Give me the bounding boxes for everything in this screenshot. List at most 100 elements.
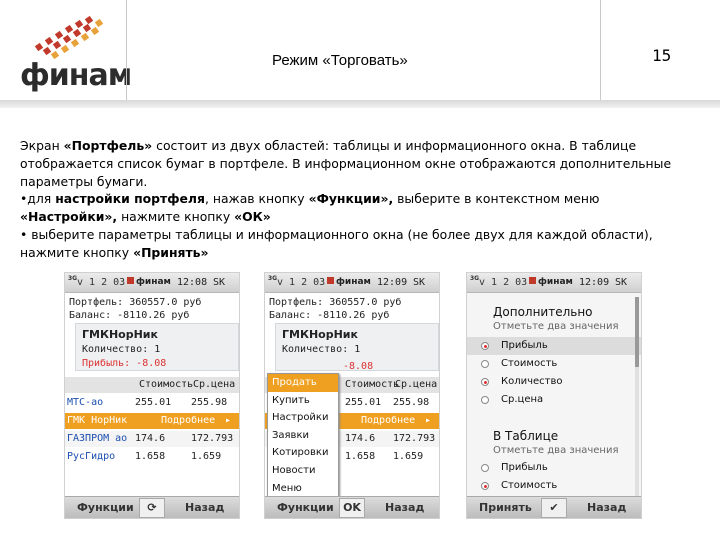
- version-label: v 1 2 03: [277, 277, 326, 288]
- refresh-icon[interactable]: ⟳: [139, 498, 165, 518]
- info-window: ГМКНорНик Количество: 1 Прибыль: -8.08: [75, 323, 239, 371]
- text-run: нажмите кнопку: [117, 209, 235, 225]
- option-profit[interactable]: Прибыль: [467, 459, 641, 477]
- portfolio-value: Портфель: 360557.0 руб: [269, 297, 402, 308]
- softkey-bar: Функции ⟳ Назад: [65, 496, 239, 518]
- chevron-right-icon: ▸: [225, 415, 232, 426]
- option-label: Прибыль: [501, 340, 548, 351]
- menu-item-news[interactable]: Новости: [268, 462, 338, 480]
- row-value: 174.6: [345, 433, 376, 444]
- page-title: Режим «Торговать»: [272, 52, 408, 69]
- logo-text: финам: [20, 58, 132, 93]
- radio-unchecked-icon: [481, 396, 489, 404]
- back-softkey[interactable]: Назад: [385, 501, 424, 514]
- brand-text: финам: [538, 277, 573, 287]
- scrollbar[interactable]: [635, 297, 639, 497]
- phone-screen-menu: 3G v 1 2 03 финам 12:09 SK Портфель: 360…: [264, 272, 440, 519]
- text-run: Экран: [20, 138, 64, 153]
- network-indicator: 3G: [470, 275, 480, 282]
- chevron-right-icon: ▸: [425, 415, 432, 426]
- option-cost[interactable]: Стоимость: [467, 355, 641, 373]
- row-value: 174.6: [135, 433, 166, 444]
- quantity-value: Количество: 1: [282, 344, 361, 355]
- balance-value: Баланс: -8110.26 руб: [69, 310, 190, 321]
- menu-item-sell[interactable]: Продать: [268, 374, 338, 392]
- menu-item-buy[interactable]: Купить: [268, 392, 338, 410]
- column-header: Ср.цена: [193, 379, 236, 390]
- text-run: «ОК»: [234, 209, 271, 225]
- softkey-bar: Принять ✔ Назад: [467, 496, 641, 518]
- row-name: ГМК НорНик: [67, 415, 128, 426]
- page-number: 15: [652, 46, 672, 65]
- bullet-settings: •для настройки портфеля, нажав кнопку «Ф…: [20, 190, 700, 226]
- paragraph-intro: Экран «Портфель» состоит из двух областе…: [20, 137, 700, 190]
- brand-label: финам: [529, 277, 573, 287]
- sk-label: SK: [213, 277, 226, 288]
- text-run: настройки портфеля: [55, 191, 205, 207]
- context-menu: Продать Купить Настройки Заявки Котировк…: [267, 373, 339, 497]
- functions-softkey[interactable]: Функции: [277, 501, 334, 514]
- ok-softkey[interactable]: OK: [339, 498, 365, 518]
- radio-checked-icon: [481, 482, 489, 490]
- status-bar: 3G v 1 2 03 финам 12:09 SK: [467, 273, 641, 293]
- row-value: 1.658: [345, 451, 376, 462]
- accept-softkey[interactable]: Принять: [479, 501, 532, 514]
- finam-logo-mark-icon: [34, 15, 104, 60]
- row-value: Подробнее: [361, 415, 416, 426]
- row-value: 1.659: [393, 451, 424, 462]
- text-run: «Портфель»: [63, 138, 153, 153]
- row-value: 255.01: [135, 397, 172, 408]
- profit-value: -8.08: [343, 361, 374, 372]
- version-label: v 1 2 03: [479, 277, 528, 288]
- text-run: , нажав кнопку: [204, 191, 309, 207]
- option-label: Стоимость: [501, 480, 558, 491]
- profit-value: Прибыль: -8.08: [82, 358, 167, 369]
- menu-item-menu[interactable]: Меню: [268, 480, 338, 498]
- body-text: Экран «Портфель» состоит из двух областе…: [20, 137, 700, 262]
- option-quantity[interactable]: Количество: [467, 373, 641, 391]
- option-cost[interactable]: Стоимость: [467, 477, 641, 495]
- bullet-params: • выберите параметры таблицы и информаци…: [20, 226, 700, 262]
- row-value: Подробнее: [161, 415, 216, 426]
- option-avg-price[interactable]: Ср.цена: [467, 391, 641, 409]
- back-softkey[interactable]: Назад: [587, 501, 626, 514]
- menu-item-orders[interactable]: Заявки: [268, 427, 338, 445]
- table-header: Стоимость Ср.цена: [65, 377, 239, 393]
- network-indicator: 3G: [268, 275, 278, 282]
- option-label: Прибыль: [501, 462, 548, 473]
- row-value: 255.98: [191, 397, 228, 408]
- option-label: Ср.цена: [501, 394, 544, 405]
- row-value: 172.793: [191, 433, 234, 444]
- clock: 12:09: [579, 277, 610, 288]
- row-value: 255.98: [393, 397, 430, 408]
- table-row[interactable]: МТС-ао 255.01 255.98: [65, 395, 239, 411]
- table-row[interactable]: РусГидро 1.658 1.659: [65, 449, 239, 465]
- status-bar: 3G v 1 2 03 финам 12:09 SK: [265, 273, 439, 293]
- checkmark-icon[interactable]: ✔: [541, 498, 567, 518]
- brand-text: финам: [136, 277, 171, 287]
- text-run: выберите в контекстном меню: [393, 191, 600, 207]
- section-heading-additional: Дополнительно: [493, 305, 593, 319]
- table-row-selected[interactable]: ГМК НорНик Подробнее ▸: [65, 413, 239, 429]
- header-rule: [0, 100, 720, 108]
- row-value: 1.658: [135, 451, 166, 462]
- back-softkey[interactable]: Назад: [185, 501, 224, 514]
- table-row[interactable]: ГАЗПРОМ ао 174.6 172.793: [65, 431, 239, 447]
- text-run: «Настройки»,: [20, 209, 118, 225]
- row-value: 172.793: [393, 433, 436, 444]
- balance-value: Баланс: -8110.26 руб: [269, 310, 390, 321]
- network-indicator: 3G: [68, 275, 78, 282]
- radio-checked-icon: [481, 342, 489, 350]
- functions-softkey[interactable]: Функции: [77, 501, 134, 514]
- text-run: • выберите параметры таблицы и информаци…: [20, 226, 653, 260]
- portfolio-value: Портфель: 360557.0 руб: [69, 297, 202, 308]
- brand-icon: [127, 277, 134, 284]
- phone-screen-portfolio: 3G v 1 2 03 финам 12:08 SK Портфель: 360…: [64, 272, 240, 519]
- row-name: МТС-ао: [67, 397, 104, 408]
- radio-unchecked-icon: [481, 360, 489, 368]
- menu-item-settings[interactable]: Настройки: [268, 409, 338, 427]
- radio-checked-icon: [481, 378, 489, 386]
- menu-item-quotes[interactable]: Котировки: [268, 444, 338, 462]
- row-value: 255.01: [345, 397, 382, 408]
- option-profit[interactable]: Прибыль: [467, 337, 641, 355]
